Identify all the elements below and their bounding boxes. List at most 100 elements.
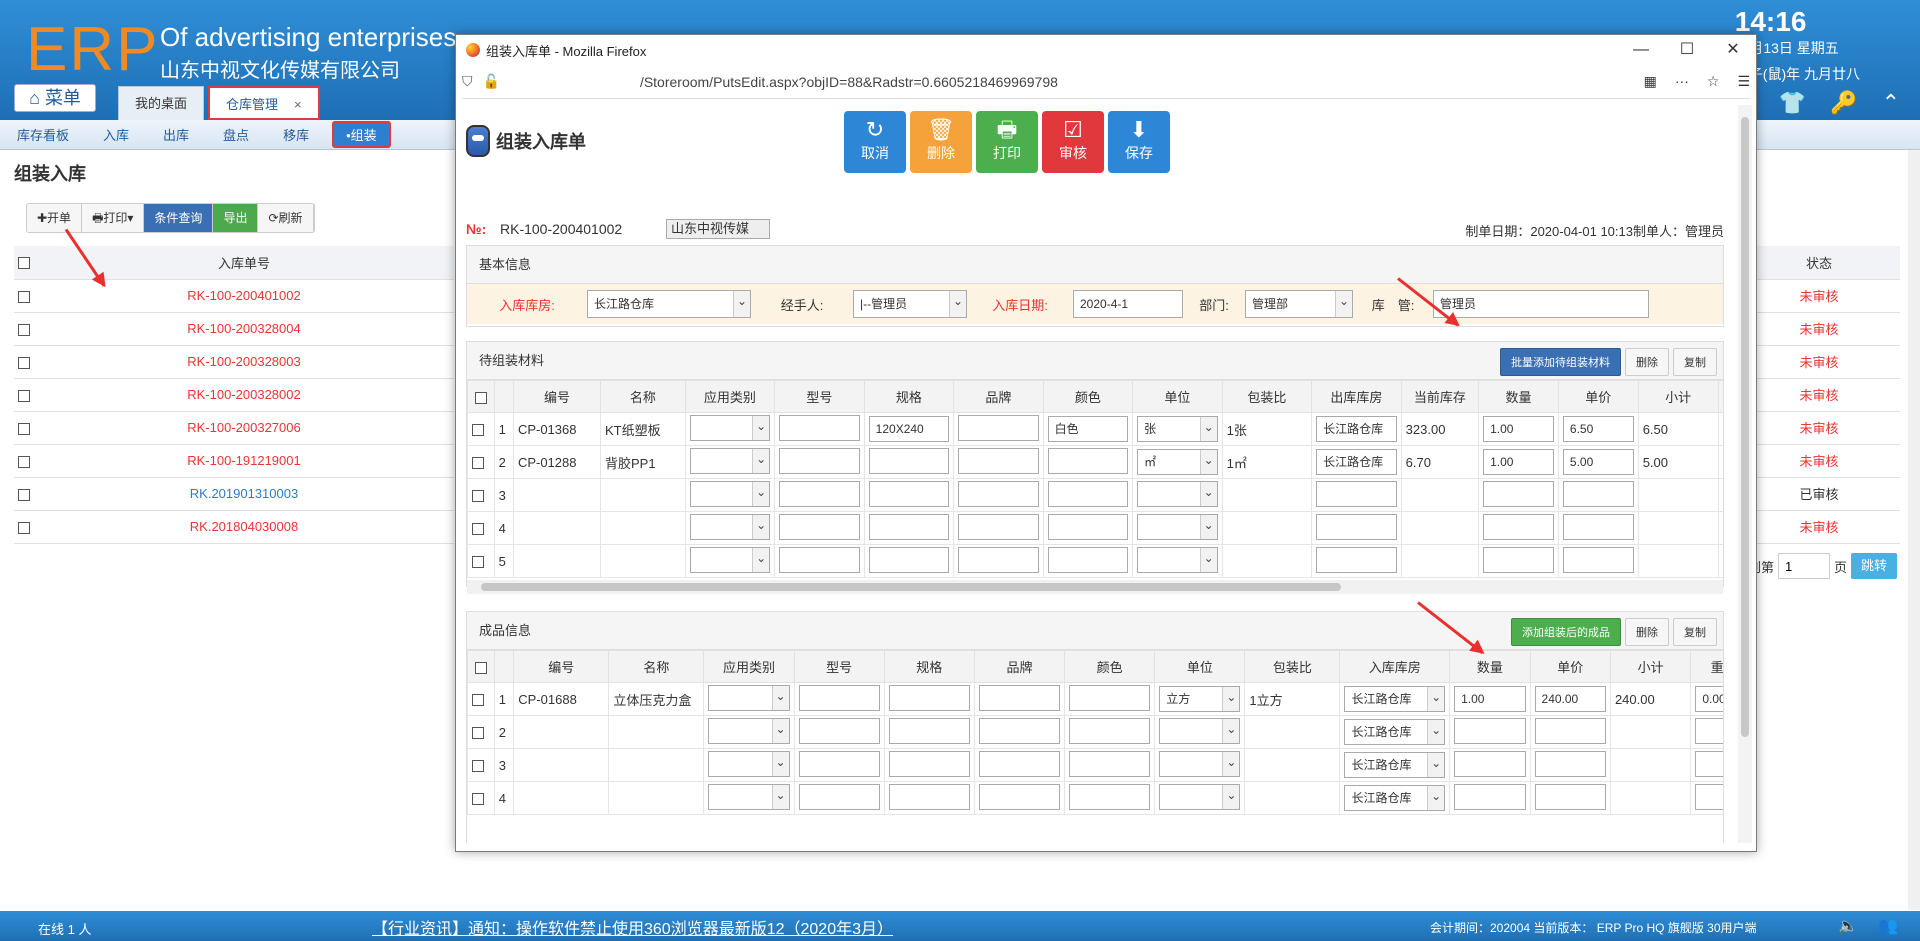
order-number-cell[interactable]: RK-100-200328004 xyxy=(34,312,454,346)
spec-input[interactable] xyxy=(868,480,950,507)
row-checkbox[interactable] xyxy=(472,523,484,536)
select-all-checkbox[interactable] xyxy=(18,257,30,270)
approve-button[interactable]: ☑ 审核 xyxy=(1042,111,1104,173)
order-number-cell[interactable]: RK-100-200328003 xyxy=(34,345,454,379)
order-number-cell[interactable]: RK.201804030008 xyxy=(34,510,454,544)
speaker-icon[interactable]: 🔈 xyxy=(1838,916,1858,936)
minimize-button[interactable]: — xyxy=(1618,35,1664,65)
order-number-cell[interactable]: RK-100-191219001 xyxy=(34,444,454,478)
brand-input[interactable] xyxy=(978,750,1061,777)
spec-input[interactable] xyxy=(868,447,950,474)
outbound-warehouse-input[interactable] xyxy=(1316,513,1397,540)
save-button[interactable]: ⬇ 保存 xyxy=(1108,111,1170,173)
materials-delete-button[interactable]: 删除 xyxy=(1625,348,1669,376)
materials-copy-button[interactable]: 复制 xyxy=(1673,348,1717,376)
category-select[interactable] xyxy=(689,447,771,474)
color-input[interactable]: 白色 xyxy=(1047,416,1129,442)
more-icon[interactable]: ··· xyxy=(1675,73,1689,90)
qr-icon[interactable]: ▦ xyxy=(1644,73,1657,90)
weight-input[interactable] xyxy=(1695,717,1723,744)
close-icon[interactable]: × xyxy=(294,97,302,112)
color-input[interactable] xyxy=(1069,684,1151,711)
table-row[interactable]: RK-100-200328003 xyxy=(14,345,454,379)
export-button[interactable]: 导出 xyxy=(213,204,259,232)
warehouse-select[interactable]: 长江路仓库 xyxy=(587,290,751,318)
unit-price-input[interactable]: 5.00 xyxy=(1562,449,1634,475)
products-copy-button[interactable]: 复制 xyxy=(1673,618,1717,646)
page-scrollbar[interactable] xyxy=(1908,150,1920,910)
color-input[interactable] xyxy=(1047,480,1129,507)
row-checkbox[interactable] xyxy=(472,424,484,437)
insecure-lock-icon[interactable]: 🔓 xyxy=(483,73,500,90)
order-number-cell[interactable]: RK-100-200327006 xyxy=(34,411,454,445)
quantity-input[interactable]: 1.00 xyxy=(1483,449,1554,475)
category-select[interactable] xyxy=(689,480,771,507)
quantity-input[interactable] xyxy=(1483,513,1554,540)
color-input[interactable] xyxy=(1069,783,1151,810)
inbound-warehouse-select[interactable]: 长江路仓库 xyxy=(1344,686,1446,712)
quantity-input[interactable] xyxy=(1454,717,1526,744)
maximize-button[interactable]: ☐ xyxy=(1664,35,1710,65)
table-row[interactable]: RK-100-200401002 xyxy=(14,279,454,313)
hamburger-menu-icon[interactable]: ☰ xyxy=(1737,73,1750,90)
scroll-thumb[interactable] xyxy=(481,583,1341,591)
color-input[interactable] xyxy=(1047,447,1129,474)
table-row[interactable]: RK.201804030008 xyxy=(14,510,454,544)
inbound-warehouse-select[interactable]: 长江路仓库 xyxy=(1344,752,1446,778)
category-select[interactable] xyxy=(689,414,771,441)
outbound-warehouse-input[interactable] xyxy=(1316,480,1397,507)
color-input[interactable] xyxy=(1047,513,1129,540)
delete-button[interactable]: 🗑 删除 xyxy=(910,111,972,173)
users-icon[interactable]: 👥 xyxy=(1878,916,1898,936)
model-input[interactable] xyxy=(779,480,860,507)
tab-warehouse[interactable]: 仓库管理 × xyxy=(208,86,320,120)
unit-price-input[interactable] xyxy=(1562,480,1634,507)
model-input[interactable] xyxy=(779,513,860,540)
handler-select[interactable]: |--管理员 xyxy=(853,290,967,318)
row-checkbox[interactable] xyxy=(18,323,30,336)
row-checkbox[interactable] xyxy=(18,290,30,303)
row-checkbox[interactable] xyxy=(18,455,30,468)
weight-input[interactable]: 0.00 xyxy=(1695,686,1723,712)
row-checkbox[interactable] xyxy=(472,490,484,503)
unit-price-input[interactable] xyxy=(1562,546,1634,573)
add-product-button[interactable]: 添加组装后的成品 xyxy=(1511,618,1621,646)
batch-add-materials-button[interactable]: 批量添加待组装材料 xyxy=(1500,348,1621,376)
unit-select[interactable]: 立方 xyxy=(1159,686,1241,712)
quantity-input[interactable]: 1.00 xyxy=(1483,416,1554,442)
page-number-input[interactable] xyxy=(1778,553,1831,579)
spec-input[interactable]: 120X240 xyxy=(868,416,950,442)
outbound-warehouse-input[interactable] xyxy=(1316,546,1397,573)
spec-input[interactable] xyxy=(888,717,970,744)
brand-input[interactable] xyxy=(978,783,1061,810)
subnav-assembly[interactable]: •组装 xyxy=(332,121,391,148)
unit-select[interactable]: ㎡ xyxy=(1137,449,1218,475)
spec-input[interactable] xyxy=(888,783,970,810)
model-input[interactable] xyxy=(779,447,860,474)
subnav-inbound[interactable]: 入库 xyxy=(86,125,146,144)
color-input[interactable] xyxy=(1069,717,1151,744)
order-number-cell[interactable]: RK-100-200328002 xyxy=(34,378,454,412)
scroll-thumb[interactable] xyxy=(1741,117,1749,737)
row-checkbox[interactable] xyxy=(18,422,30,435)
select-all-checkbox[interactable] xyxy=(474,661,487,674)
model-input[interactable] xyxy=(798,717,880,744)
model-input[interactable] xyxy=(779,546,860,573)
unit-price-input[interactable] xyxy=(1534,783,1606,810)
row-checkbox[interactable] xyxy=(18,521,30,534)
unit-select[interactable] xyxy=(1137,546,1218,573)
color-input[interactable] xyxy=(1069,750,1151,777)
brand-input[interactable] xyxy=(978,717,1061,744)
unit-select[interactable] xyxy=(1137,513,1218,540)
collapse-icon[interactable]: ⌃ xyxy=(1882,90,1900,116)
shirt-icon[interactable]: 👕 xyxy=(1779,90,1806,116)
table-row[interactable]: RK-100-200328002 xyxy=(14,378,454,412)
unit-price-input[interactable]: 6.50 xyxy=(1562,416,1634,442)
row-checkbox[interactable] xyxy=(18,488,30,501)
row-checkbox[interactable] xyxy=(472,760,484,773)
outbound-warehouse-input[interactable]: 长江路仓库 xyxy=(1316,416,1397,442)
table-row[interactable]: RK-100-191219001 xyxy=(14,444,454,478)
row-checkbox[interactable] xyxy=(472,694,484,707)
query-button[interactable]: 条件查询 xyxy=(144,204,214,232)
unit-price-input[interactable] xyxy=(1534,750,1606,777)
